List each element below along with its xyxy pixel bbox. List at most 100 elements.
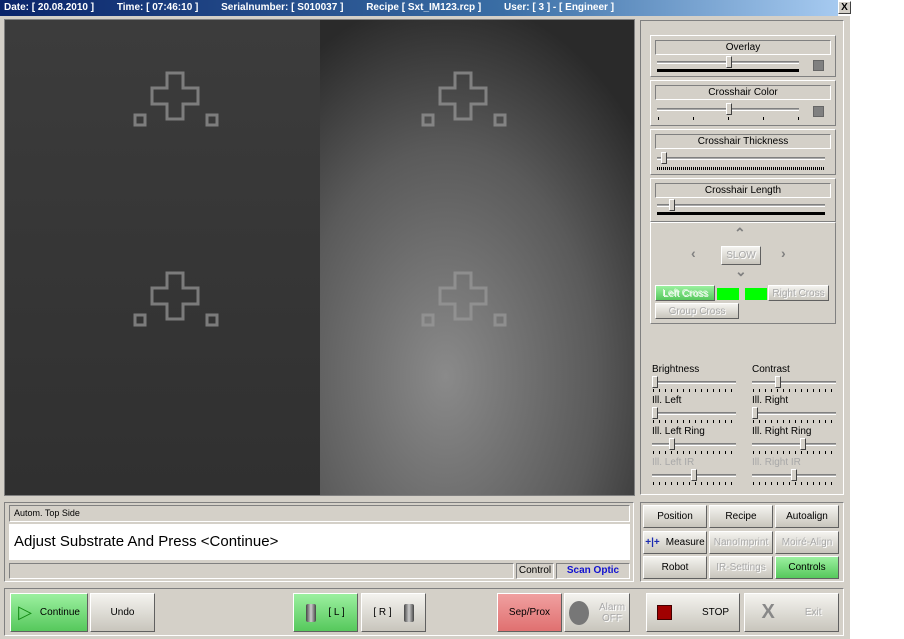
contrast-slider-thumb[interactable] [775, 376, 781, 388]
serial-label: Serialnumber: [ S010037 ] [221, 2, 344, 13]
ill-right-slider[interactable] [752, 412, 836, 415]
navigation-group: ⌃ ‹ SLOW › ⌄ Left Cross Right Cross Grou… [650, 222, 836, 324]
alarm-off-button[interactable]: Alarm OFF [564, 593, 630, 632]
left-cross-button[interactable]: Left Cross [655, 285, 715, 301]
title-bar: Date: [ 20.08.2010 ] Time: [ 07:46:10 ] … [0, 0, 838, 16]
length-bar [657, 212, 825, 215]
crosshair-thickness-slider[interactable] [657, 157, 825, 160]
exit-button[interactable]: X Exit [744, 593, 839, 632]
arrow-right-icon[interactable]: › [781, 245, 786, 261]
ticks [657, 167, 825, 170]
overlay-label: Overlay [655, 40, 831, 55]
scan-optic-label: Scan Optic [556, 563, 630, 579]
alarm-label: Alarm OFF [599, 602, 625, 624]
objective-icon [403, 603, 414, 622]
ill-right-ring-slider-thumb[interactable] [800, 438, 806, 450]
nanoimprint-button[interactable]: NanoImprint [709, 531, 773, 554]
crosshair-length-group: Crosshair Length [650, 178, 836, 222]
right-objective-button[interactable]: [ R ] [361, 593, 426, 632]
arrow-down-icon[interactable]: ⌄ [735, 263, 747, 280]
autoalign-button[interactable]: Autoalign [775, 505, 839, 528]
ticks [658, 117, 802, 120]
off-text: OFF [602, 612, 622, 624]
ill-left-slider[interactable] [652, 412, 736, 415]
crosshair-color-slider-thumb[interactable] [726, 103, 732, 115]
brightness-slider[interactable] [652, 381, 736, 384]
user-label: User: [ 3 ] - [ Engineer ] [504, 2, 615, 13]
crosshair-thickness-group: Crosshair Thickness [650, 129, 836, 175]
control-label: Control [516, 563, 554, 579]
ill-right-ring-ticks [753, 451, 837, 454]
undo-button[interactable]: Undo [90, 593, 155, 632]
measure-icon: +|+ [645, 537, 660, 548]
ill-right-ring-slider[interactable] [752, 443, 836, 446]
time-label: Time: [ 07:46:10 ] [116, 2, 199, 13]
brightness-ticks [653, 389, 737, 392]
ill-right-ir-slider-thumb[interactable] [791, 469, 797, 481]
crosshair-thickness-slider-thumb[interactable] [661, 152, 667, 164]
ill-left-ticks [653, 420, 737, 423]
right-label: [ R ] [373, 607, 392, 618]
stop-button[interactable]: STOP [646, 593, 740, 632]
recipe-button[interactable]: Recipe [709, 505, 773, 528]
measure-button[interactable]: +|+ Measure [643, 531, 707, 554]
ir-settings-button[interactable]: IR-Settings [709, 556, 773, 579]
overlay-slider-thumb[interactable] [726, 56, 732, 68]
camera-view [4, 19, 635, 496]
stop-icon [656, 605, 672, 620]
alarm-icon [568, 600, 589, 625]
ill-left-ring-label: Ill. Left Ring [652, 426, 705, 437]
close-button[interactable]: X [838, 1, 851, 14]
sep-prox-button[interactable]: Sep/Prox [497, 593, 562, 632]
ill-right-ring-label: Ill. Right Ring [752, 426, 812, 437]
crosshair-color-group: Crosshair Color [650, 80, 836, 126]
contrast-slider[interactable] [752, 381, 836, 384]
continue-label: Continue [39, 607, 80, 618]
moire-align-button[interactable]: Moiré-Align [775, 531, 839, 554]
right-cross-button[interactable]: Right Cross [768, 285, 829, 301]
x-icon: X [761, 601, 775, 623]
ill-left-ring-slider[interactable] [652, 443, 736, 446]
instruction-text: Adjust Substrate And Press <Continue> [9, 524, 630, 560]
left-label: [ L ] [328, 607, 345, 618]
left-cross-indicator [717, 288, 739, 300]
crosshair-length-label: Crosshair Length [655, 183, 831, 198]
overlay-bar [657, 69, 799, 72]
ill-left-ir-label: Ill. Left IR [652, 457, 695, 468]
camera-image [5, 20, 634, 495]
ill-left-ring-slider-thumb[interactable] [669, 438, 675, 450]
arrow-left-icon[interactable]: ‹ [691, 245, 696, 261]
mode-label: Autom. Top Side [9, 505, 630, 522]
crosshair-color-swatch[interactable] [813, 106, 824, 117]
overlay-color-swatch[interactable] [813, 60, 824, 71]
left-objective-button[interactable]: [ L ] [293, 593, 358, 632]
ill-left-slider-thumb[interactable] [652, 407, 658, 419]
overlay-group: Overlay [650, 35, 836, 77]
contrast-label: Contrast [752, 364, 790, 375]
controls-button[interactable]: Controls [775, 556, 839, 579]
measure-label: Measure [665, 537, 705, 548]
continue-button[interactable]: ▷ Continue [10, 593, 88, 632]
brightness-label: Brightness [652, 364, 700, 375]
contrast-ticks [753, 389, 837, 392]
robot-button[interactable]: Robot [643, 556, 707, 579]
alarm-text: Alarm [598, 601, 626, 613]
date-label: Date: [ 20.08.2010 ] [4, 2, 95, 13]
ill-left-ring-ticks [653, 451, 737, 454]
crosshair-length-slider-thumb[interactable] [669, 199, 675, 211]
ill-left-label: Ill. Left [652, 395, 682, 406]
ill-right-ir-ticks [753, 482, 837, 485]
objective-icon [306, 603, 317, 622]
crosshair-color-label: Crosshair Color [655, 85, 831, 100]
arrow-up-icon[interactable]: ⌃ [734, 225, 746, 242]
ill-left-ir-slider-thumb[interactable] [691, 469, 697, 481]
play-icon: ▷ [18, 602, 32, 622]
crosshair-length-slider[interactable] [657, 204, 825, 207]
stop-label: STOP [701, 607, 730, 618]
position-button[interactable]: Position [643, 505, 707, 528]
group-cross-button[interactable]: Group Cross [655, 303, 739, 319]
ill-right-slider-thumb[interactable] [752, 407, 758, 419]
exit-label: Exit [804, 607, 822, 618]
recipe-label: Recipe [ Sxt_IM123.rcp ] [366, 2, 482, 13]
brightness-slider-thumb[interactable] [652, 376, 658, 388]
